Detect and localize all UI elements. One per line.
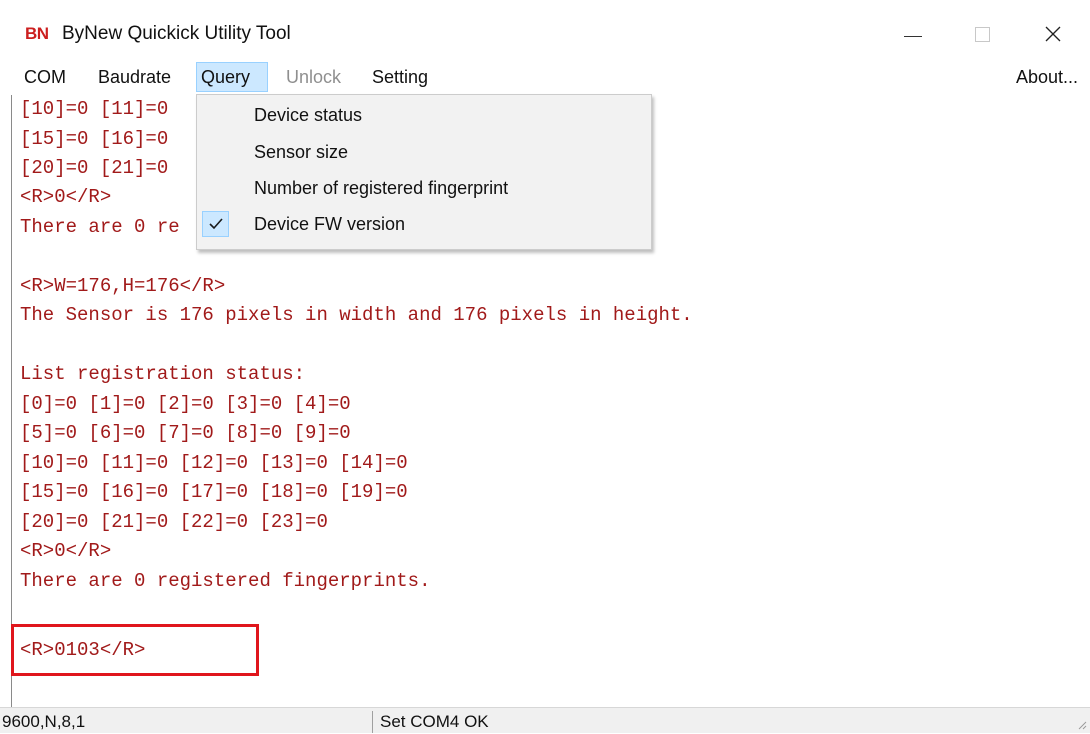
menu-unlock[interactable]: Unlock [282, 62, 345, 92]
menu-item-label: Sensor size [254, 142, 349, 162]
console-line: [20]=0 [21]=0 [20, 157, 169, 179]
menu-item-label: Number of registered fingerprint [254, 178, 509, 198]
menu-bar: COM Baudrate Query Unlock Setting About.… [0, 62, 1090, 92]
menu-about[interactable]: About... [1012, 62, 1082, 92]
console-line: List registration status: [20, 363, 306, 385]
status-divider [372, 711, 373, 733]
minimize-icon [904, 35, 922, 37]
menu-item-label: Device FW version [254, 214, 406, 234]
console-line: [15]=0 [16]=0 [17]=0 [18]=0 [19]=0 [20, 481, 408, 503]
status-port-settings: 9600,N,8,1 [2, 712, 86, 731]
menu-query[interactable]: Query [196, 62, 268, 92]
console-line: <R>W=176,H=176</R> [20, 275, 226, 297]
console-line: There are 0 re [20, 216, 180, 238]
menu-item-fw-version[interactable]: Device FW version [197, 206, 651, 242]
menu-item-registered-count[interactable]: Number of registered fingerprint [197, 170, 651, 206]
app-window: BN ByNew Quickick Utility Tool COM Baudr… [0, 0, 1090, 733]
menu-item-sensor-size[interactable]: Sensor size [197, 134, 651, 170]
title-bar[interactable]: BN ByNew Quickick Utility Tool [0, 0, 1090, 58]
app-logo: BN [25, 24, 49, 43]
console-line: [5]=0 [6]=0 [7]=0 [8]=0 [9]=0 [20, 422, 351, 444]
close-button[interactable] [1030, 16, 1076, 52]
query-dropdown-menu: Device status Sensor size Number of regi… [196, 94, 652, 250]
status-message: Set COM4 OK [380, 712, 489, 731]
minimize-button[interactable] [890, 16, 936, 52]
menu-com[interactable]: COM [20, 62, 70, 92]
maximize-button[interactable] [959, 16, 1005, 52]
maximize-icon [974, 26, 990, 42]
menu-setting[interactable]: Setting [368, 62, 432, 92]
checkmark-icon [202, 211, 229, 237]
close-icon [1045, 26, 1061, 42]
window-title: ByNew Quickick Utility Tool [62, 23, 291, 44]
highlight-annotation-box [11, 624, 259, 676]
console-line: <R>0</R> [20, 540, 112, 562]
console-line: [20]=0 [21]=0 [22]=0 [23]=0 [20, 511, 328, 533]
status-bar: 9600,N,8,1 Set COM4 OK [0, 707, 1090, 733]
console-line: [15]=0 [16]=0 [20, 128, 169, 150]
console-line: [10]=0 [11]=0 [20, 98, 169, 120]
resize-grip-icon[interactable] [1077, 720, 1087, 730]
console-line: [0]=0 [1]=0 [2]=0 [3]=0 [4]=0 [20, 393, 351, 415]
console-line: The Sensor is 176 pixels in width and 17… [20, 304, 693, 326]
menu-item-device-status[interactable]: Device status [197, 97, 651, 133]
menu-baudrate[interactable]: Baudrate [94, 62, 175, 92]
menu-item-label: Device status [254, 105, 363, 125]
console-line: <R>0</R> [20, 186, 112, 208]
console-line: [10]=0 [11]=0 [12]=0 [13]=0 [14]=0 [20, 452, 408, 474]
console-line: There are 0 registered fingerprints. [20, 570, 431, 592]
